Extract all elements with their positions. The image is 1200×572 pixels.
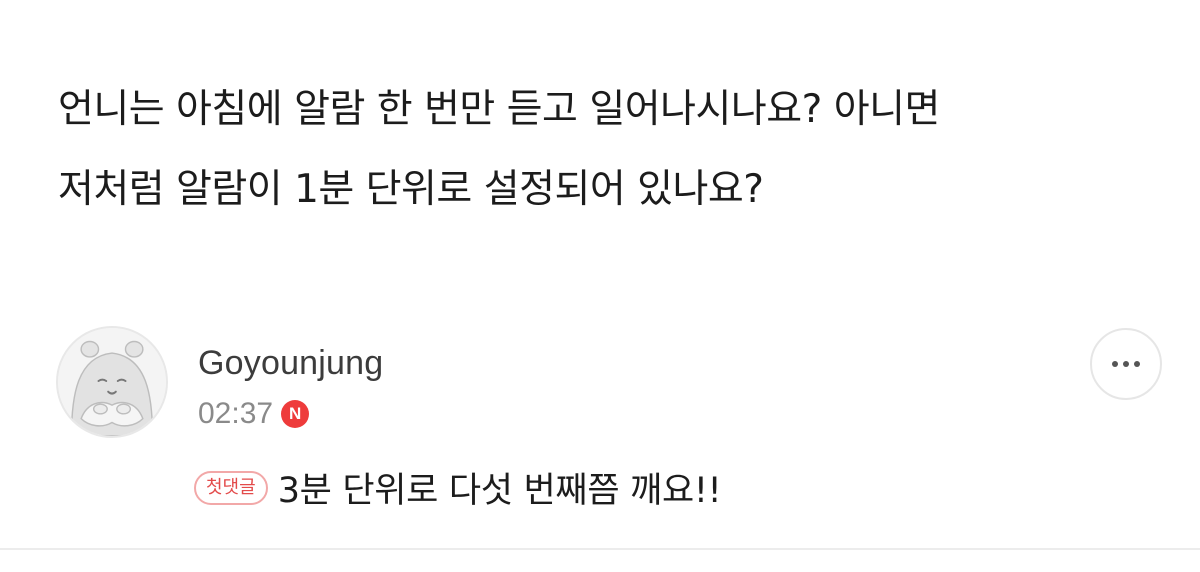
hamster-avatar-icon — [58, 328, 166, 436]
avatar[interactable] — [56, 326, 168, 438]
question-line-2: 저처럼 알람이 1분 단위로 설정되어 있나요? — [58, 167, 764, 212]
more-horizontal-icon — [1112, 361, 1140, 367]
comment-item: Goyounjung 02:37 N 첫댓글 3분 단위로 다섯 번째쯤 깨요!… — [0, 322, 1200, 522]
first-comment-tag: 첫댓글 — [194, 470, 268, 505]
post-question: 언니는 아침에 알람 한 번만 듣고 일어나시나요? 아니면 저처럼 알람이 1… — [58, 70, 1158, 230]
comment-username[interactable]: Goyounjung — [198, 344, 383, 383]
comment-time: 02:37 — [198, 397, 274, 430]
comment-page: 언니는 아침에 알람 한 번만 듣고 일어나시나요? 아니면 저처럼 알람이 1… — [0, 0, 1200, 572]
new-badge: N — [281, 400, 310, 428]
comment-body: 첫댓글 3분 단위로 다섯 번째쯤 깨요!! — [194, 462, 722, 513]
question-line-1: 언니는 아침에 알람 한 번만 듣고 일어나시나요? 아니면 — [58, 87, 940, 132]
more-options-button[interactable] — [1090, 328, 1162, 400]
comment-text: 3분 단위로 다섯 번째쯤 깨요!! — [277, 471, 722, 511]
divider — [0, 548, 1200, 550]
comment-meta: 02:37 N — [198, 396, 310, 432]
